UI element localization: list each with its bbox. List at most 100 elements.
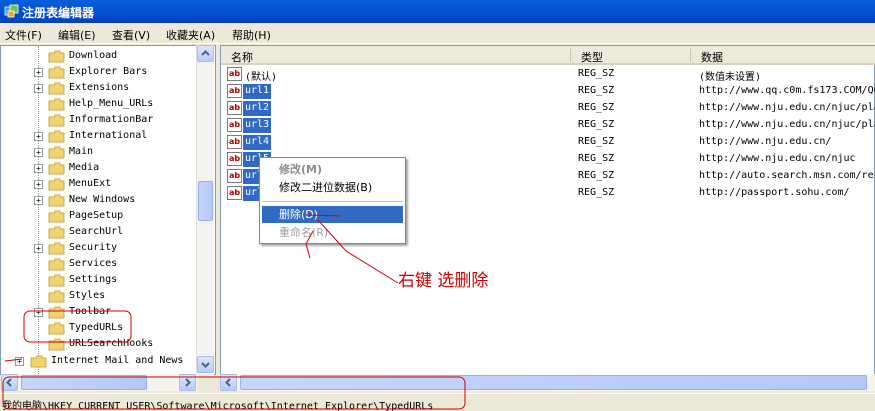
menu-item-modify[interactable]: 修改(M): [262, 161, 403, 178]
tree-item-label: Settings: [69, 274, 118, 285]
folder-icon: [48, 98, 65, 111]
registry-tree[interactable]: Download + Explorer Bars + Extensions Help_Me…: [0, 45, 216, 375]
tree-item-label: URLSearchHooks: [69, 338, 154, 349]
scroll-left-button[interactable]: [1, 374, 18, 391]
expand-plus-icon[interactable]: +: [34, 180, 43, 189]
value-type: REG_SZ: [578, 68, 615, 79]
tree-item-label: New Windows: [69, 194, 136, 205]
folder-icon: [48, 50, 65, 63]
folder-icon: [48, 114, 65, 127]
column-type[interactable]: 类型: [581, 49, 603, 65]
tree-item[interactable]: URLSearchHooks: [1, 336, 197, 352]
string-value-icon: ab: [227, 186, 242, 200]
list-item[interactable]: ab url2 REG_SZ http://www.nju.edu.cn/njuc/p…: [221, 100, 875, 117]
menu-favorites[interactable]: 收藏夹(A): [166, 27, 215, 43]
tree-item-label: Toolbar: [69, 306, 112, 317]
value-type: REG_SZ: [578, 85, 615, 96]
tree-item[interactable]: Help_Menu_URLs: [1, 96, 197, 112]
list-item[interactable]: ab url3 REG_SZ http://www.nju.edu.cn/njuc/p…: [221, 117, 875, 134]
tree-item[interactable]: + New Windows: [1, 192, 197, 208]
scroll-thumb[interactable]: [198, 181, 213, 221]
tree-item[interactable]: + Main: [1, 144, 197, 160]
list-item[interactable]: ab url4 REG_SZ http://www.nju.edu.cn/: [221, 134, 875, 151]
tree-item[interactable]: InformationBar: [1, 112, 197, 128]
tree-item-label: Media: [69, 162, 100, 173]
folder-icon: [48, 210, 65, 223]
expand-plus-icon[interactable]: +: [34, 196, 43, 205]
menu-item-rename[interactable]: 重命名(R): [262, 224, 403, 241]
folder-icon: [48, 82, 65, 95]
scroll-left-button[interactable]: [220, 374, 237, 391]
tree-item[interactable]: + MenuExt: [1, 176, 197, 192]
column-divider[interactable]: [570, 49, 571, 62]
status-bar: 我的电脑\HKEY_CURRENT_USER\Software\Microsof…: [0, 393, 875, 411]
column-divider[interactable]: [690, 49, 691, 62]
menu-separator: [262, 201, 403, 202]
tree-item-internet-mail-and-news[interactable]: + Internet Mail and News: [1, 353, 197, 369]
tree-item[interactable]: Settings: [1, 272, 197, 288]
expand-plus-icon[interactable]: +: [34, 68, 43, 77]
menu-view[interactable]: 查看(V): [112, 27, 150, 43]
tree-item[interactable]: Download: [1, 48, 197, 64]
menu-file[interactable]: 文件(F): [5, 27, 42, 43]
tree-item[interactable]: + Security: [1, 240, 197, 256]
tree-item-label: Help_Menu_URLs: [69, 98, 154, 109]
value-type: REG_SZ: [578, 119, 615, 130]
value-name: (默认): [245, 72, 278, 83]
tree-item[interactable]: SearchUrl: [1, 224, 197, 240]
menu-edit[interactable]: 编辑(E): [58, 27, 96, 43]
scroll-down-button[interactable]: [197, 356, 214, 373]
list-item[interactable]: ab url1 REG_SZ http://www.qq.c0m.fs173.COM/…: [221, 83, 875, 100]
tree-item-label: Styles: [69, 290, 106, 301]
window-title: 注册表编辑器: [22, 6, 95, 20]
value-data: (数值未设置): [699, 72, 762, 83]
menu-item-modify-binary[interactable]: 修改二进位数据(B): [262, 179, 403, 196]
expand-plus-icon[interactable]: +: [34, 244, 43, 253]
tree-vertical-scrollbar[interactable]: [196, 45, 214, 375]
tree-item-label: MenuExt: [69, 178, 112, 189]
scroll-thumb[interactable]: [240, 375, 867, 390]
column-name[interactable]: 名称: [231, 49, 253, 65]
value-data: http://www.nju.edu.cn/njuc/pla: [699, 102, 875, 113]
expand-plus-icon[interactable]: +: [34, 308, 43, 317]
string-value-icon: ab: [227, 118, 242, 132]
scroll-right-button[interactable]: [179, 374, 196, 391]
scroll-up-button[interactable]: [197, 45, 214, 62]
tree-item[interactable]: + Extensions: [1, 80, 197, 96]
expand-plus-icon[interactable]: +: [15, 357, 24, 366]
string-value-icon: ab: [227, 84, 242, 98]
tree-item-label: Services: [69, 258, 118, 269]
tree-item[interactable]: Services: [1, 256, 197, 272]
tree-horizontal-scrollbar[interactable]: [1, 374, 197, 391]
tree-item[interactable]: + Media: [1, 160, 197, 176]
tree-item[interactable]: + Explorer Bars: [1, 64, 197, 80]
expand-plus-icon[interactable]: +: [34, 84, 43, 93]
menu-item-delete[interactable]: 删除(D): [262, 206, 403, 223]
value-data: http://www.nju.edu.cn/njuc/pla: [699, 119, 875, 130]
folder-icon: [48, 162, 65, 175]
chevron-up-icon: [201, 50, 210, 56]
list-horizontal-scrollbar[interactable]: [220, 374, 875, 391]
tree-item[interactable]: PageSetup: [1, 208, 197, 224]
tree-item[interactable]: TypedURLs: [1, 320, 197, 336]
column-data[interactable]: 数据: [701, 49, 723, 65]
menu-help[interactable]: 帮助(H): [232, 27, 271, 43]
chevron-left-icon: [225, 378, 231, 387]
tree-item-label: Security: [69, 242, 118, 253]
tree-item[interactable]: Styles: [1, 288, 197, 304]
list-item[interactable]: ab (默认) REG_SZ (数值未设置): [221, 66, 875, 83]
value-data: http://www.nju.edu.cn/njuc: [699, 153, 856, 164]
chevron-down-icon: [201, 362, 210, 368]
tree-item-label: SearchUrl: [69, 226, 124, 237]
folder-icon: [48, 226, 65, 239]
folder-icon: [48, 306, 65, 319]
folder-icon: [48, 130, 65, 143]
tree-item[interactable]: + International: [1, 128, 197, 144]
tree-item[interactable]: + Toolbar: [1, 304, 197, 320]
scroll-thumb[interactable]: [21, 375, 147, 390]
expand-plus-icon[interactable]: +: [34, 148, 43, 157]
expand-plus-icon[interactable]: +: [34, 132, 43, 141]
expand-plus-icon[interactable]: +: [34, 164, 43, 173]
value-type: REG_SZ: [578, 102, 615, 113]
value-name: url1: [243, 84, 272, 99]
